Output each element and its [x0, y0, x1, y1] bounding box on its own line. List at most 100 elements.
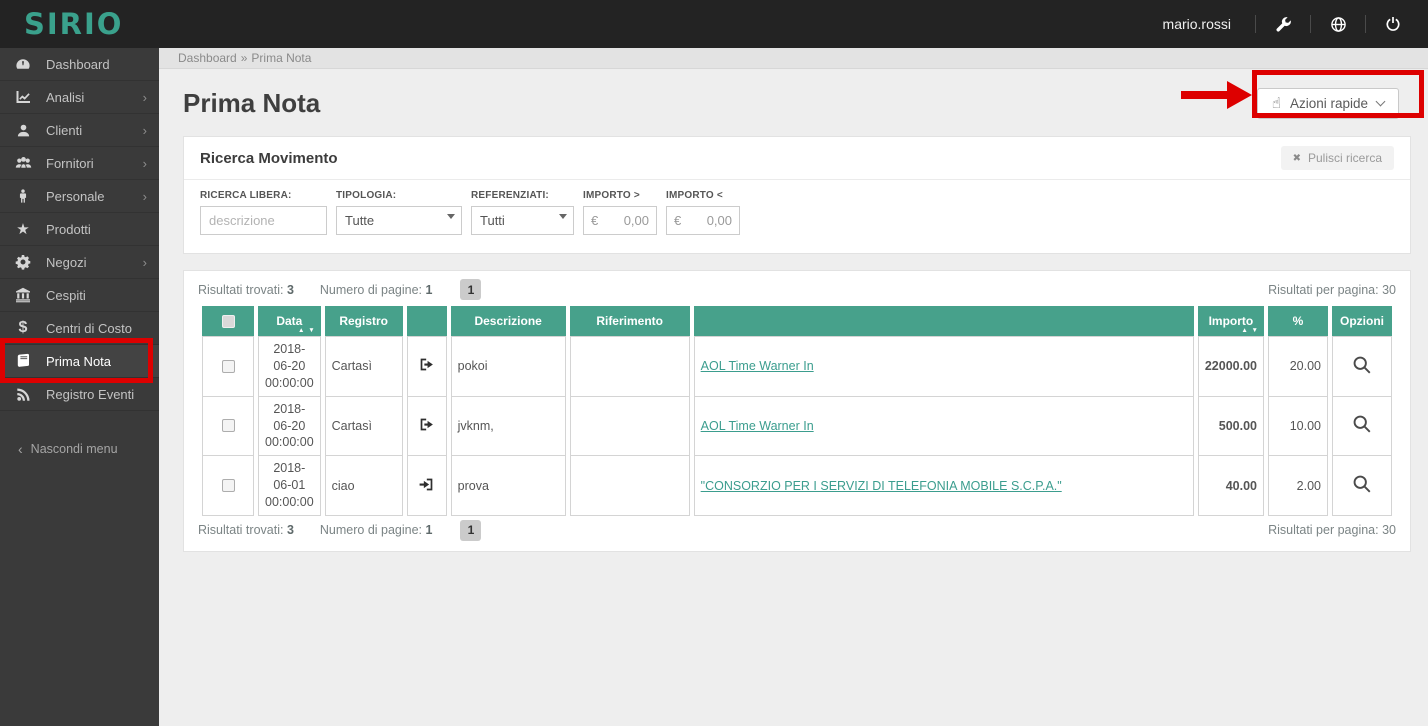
header-importo[interactable]: Importo ▲ ▼ — [1197, 306, 1264, 336]
cell-percent: 20.00 — [1268, 336, 1328, 397]
sidebar-item-prima-nota[interactable]: Prima Nota — [0, 345, 159, 378]
results-info-bottom: Risultati trovati: 3 Numero di pagine: 1… — [198, 519, 1396, 541]
cell-data: 2018-06-20 00:00:00 — [258, 336, 321, 397]
username[interactable]: mario.rossi — [1163, 16, 1231, 32]
sidebar-item-cespiti[interactable]: Cespiti — [0, 279, 159, 312]
found-value: 3 — [286, 282, 294, 297]
sidebar-item-personale[interactable]: Personale › — [0, 180, 159, 213]
breadcrumb-home[interactable]: Dashboard — [178, 51, 237, 65]
hide-menu-button[interactable]: ‹ Nascondi menu — [0, 441, 159, 457]
pages-label: Numero di pagine: — [319, 282, 423, 297]
free-search-input[interactable] — [200, 206, 327, 235]
dollar-icon: $ — [18, 319, 28, 336]
power-icon[interactable] — [1376, 9, 1410, 39]
referenza-link[interactable]: AOL Time Warner In — [701, 419, 814, 433]
quick-actions-button[interactable]: ☝ Azioni rapide — [1256, 87, 1399, 119]
view-details-button[interactable] — [1352, 474, 1372, 497]
chevron-right-icon: › — [142, 89, 147, 105]
cell-importo: 40.00 — [1197, 456, 1264, 516]
cell-registro: ciao — [324, 456, 403, 516]
sidebar-item-label: Prodotti — [46, 221, 91, 237]
sidebar-item-label: Cespiti — [46, 287, 86, 303]
sidebar-item-label: Personale — [46, 188, 105, 204]
line-chart-icon — [0, 89, 46, 105]
wrench-icon[interactable] — [1266, 9, 1300, 39]
cell-descrizione: prova — [450, 456, 566, 516]
globe-icon[interactable] — [1321, 9, 1355, 39]
cell-importo: 22000.00 — [1197, 336, 1264, 397]
pages-label: Numero di pagine: — [319, 523, 423, 538]
hand-pointer-icon: ☝ — [1271, 94, 1281, 112]
sidebar-item-label: Dashboard — [46, 56, 110, 72]
caret-down-icon — [559, 214, 567, 219]
row-checkbox[interactable] — [221, 479, 235, 493]
table-row: 2018-06-01 00:00:00 ciao prova "CONSORZI… — [202, 456, 1392, 516]
sort-icons[interactable]: ▲ ▼ — [1241, 327, 1259, 334]
sign-out-icon — [406, 396, 447, 457]
cell-percent: 10.00 — [1268, 396, 1328, 457]
field-ricerca-libera: RICERCA LIBERA: — [200, 190, 327, 235]
sirio-logo: SIRIO — [24, 7, 124, 41]
referenza-link[interactable]: AOL Time Warner In — [701, 359, 814, 373]
per-page-value: 30 — [1382, 523, 1396, 538]
view-details-button[interactable] — [1352, 414, 1372, 437]
breadcrumb: Dashboard » Prima Nota — [159, 48, 1428, 69]
divider — [1255, 15, 1256, 33]
clear-search-button[interactable]: ✖ Pulisci ricerca — [1280, 146, 1394, 170]
per-page-label: Risultati per pagina: — [1268, 523, 1379, 538]
tipologia-select[interactable]: Tutte — [336, 206, 462, 235]
view-details-button[interactable] — [1352, 355, 1372, 378]
field-label: REFERENZIATI: — [471, 190, 549, 201]
field-label: IMPORTO > — [583, 190, 640, 201]
per-page-value: 30 — [1382, 282, 1396, 297]
main-content: Dashboard » Prima Nota Prima Nota ☝ Azio… — [159, 48, 1428, 726]
page-1-button[interactable]: 1 — [460, 279, 482, 300]
tipologia-selected-value: Tutte — [345, 213, 375, 228]
sidebar-item-centri-di-costo[interactable]: $ Centri di Costo — [0, 312, 159, 345]
table-row: 2018-06-20 00:00:00 Cartasì jvknm, AOL T… — [202, 396, 1392, 457]
book-icon — [0, 353, 46, 369]
header-data[interactable]: Data ▲ ▼ — [258, 306, 321, 336]
select-all-checkbox[interactable] — [221, 314, 235, 328]
row-checkbox[interactable] — [221, 419, 235, 433]
referenziati-selected-value: Tutti — [480, 213, 505, 228]
sidebar-item-fornitori[interactable]: Fornitori › — [0, 147, 159, 180]
person-icon — [0, 188, 46, 204]
sidebar: Dashboard Analisi › Clienti › Fornitori … — [0, 48, 159, 726]
sidebar-item-clienti[interactable]: Clienti › — [0, 114, 159, 147]
sidebar-item-dashboard[interactable]: Dashboard — [0, 48, 159, 81]
pages-value: 1 — [425, 523, 433, 538]
importo-gt-input[interactable] — [598, 213, 649, 228]
caret-down-icon — [447, 214, 455, 219]
cell-importo: 500.00 — [1197, 396, 1264, 457]
sidebar-item-prodotti[interactable]: ★ Prodotti — [0, 213, 159, 246]
chevron-right-icon: › — [142, 155, 147, 171]
clear-search-label: Pulisci ricerca — [1307, 151, 1382, 165]
cell-descrizione: jvknm, — [450, 396, 566, 457]
cell-descrizione: pokoi — [450, 336, 566, 397]
referenza-link[interactable]: "CONSORZIO PER I SERVIZI DI TELEFONIA MO… — [701, 479, 1062, 493]
cell-data: 2018-06-01 00:00:00 — [258, 456, 321, 516]
row-checkbox[interactable] — [221, 359, 235, 373]
table-row: 2018-06-20 00:00:00 Cartasì pokoi AOL Ti… — [202, 336, 1392, 397]
header-referenza — [693, 306, 1194, 336]
field-referenziati: REFERENZIATI: Tutti — [471, 190, 574, 235]
sidebar-item-negozi[interactable]: Negozi › — [0, 246, 159, 279]
cell-registro: Cartasì — [324, 396, 403, 457]
sort-icons[interactable]: ▲ ▼ — [298, 327, 316, 334]
chevron-down-icon — [1375, 96, 1386, 106]
sidebar-item-label: Clienti — [46, 122, 83, 138]
sidebar-item-registro-eventi[interactable]: Registro Eventi — [0, 378, 159, 411]
chevron-right-icon: › — [142, 254, 147, 270]
page-1-button[interactable]: 1 — [460, 519, 482, 541]
header-descrizione: Descrizione — [450, 306, 566, 336]
header-percent: % — [1268, 306, 1328, 336]
user-icon — [0, 123, 46, 138]
movements-table: Data ▲ ▼ Registro Descrizione Riferimento… — [198, 306, 1396, 516]
importo-lt-input[interactable] — [681, 213, 732, 228]
sidebar-item-analisi[interactable]: Analisi › — [0, 81, 159, 114]
found-label: Risultati trovati: — [198, 282, 284, 297]
header-registro: Registro — [324, 306, 403, 336]
referenziati-select[interactable]: Tutti — [471, 206, 574, 235]
dashboard-icon — [0, 56, 46, 72]
